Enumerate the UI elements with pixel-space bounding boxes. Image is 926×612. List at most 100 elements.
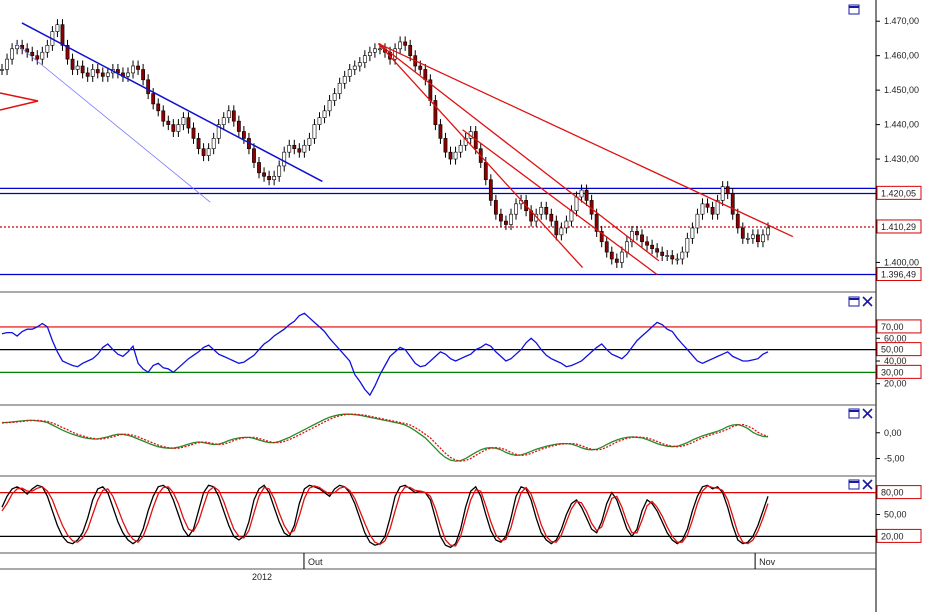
candle-body	[252, 148, 256, 163]
macd-tick-label-0: 0,00	[884, 428, 902, 438]
candle-body	[509, 213, 513, 225]
price-value-label-2: 1.396,49	[881, 270, 916, 280]
candle-body	[448, 151, 453, 160]
macd-series-0	[2, 413, 769, 462]
stochastic-tick-label-0: 50,00	[884, 510, 907, 520]
candle-body	[282, 151, 287, 167]
candle-body	[226, 110, 231, 119]
rsi-panel	[0, 312, 876, 397]
candle-body	[35, 55, 40, 60]
candle-body	[504, 220, 508, 225]
candle-body	[322, 110, 327, 119]
candle-body	[766, 227, 770, 236]
candle-body	[352, 65, 357, 70]
candle-body	[297, 148, 302, 153]
candle-body	[146, 79, 151, 94]
price-window-icon[interactable]	[848, 4, 860, 15]
candle-body	[40, 51, 45, 60]
candle-body	[171, 124, 176, 132]
candle-body	[574, 196, 579, 212]
price-tick-label-4: 1.430,00	[884, 154, 919, 164]
year-label: 2012	[252, 572, 272, 582]
macd-close-icon[interactable]	[862, 408, 873, 419]
price-tick-label-3: 1.440,00	[884, 120, 919, 130]
candle-body	[403, 41, 408, 46]
stochastic-series-0	[1, 484, 769, 549]
candle-body	[161, 110, 166, 122]
candle-body	[307, 138, 312, 146]
rsi-close-icon[interactable]	[862, 296, 873, 307]
stochastic-window-icon[interactable]	[848, 479, 860, 490]
candle-body	[332, 93, 337, 101]
candle-body	[100, 72, 105, 77]
candle-body	[680, 251, 685, 260]
candle-body	[151, 93, 156, 105]
price-value-label-0: 1.420,05	[881, 188, 916, 198]
candle-body	[337, 82, 342, 94]
candle-body	[730, 193, 735, 215]
chart-canvas: 1.470,00 1.460,00 1.450,00 1.440,00 1.430,00…	[0, 0, 922, 612]
candle-body	[105, 72, 110, 77]
candle-body	[554, 220, 559, 236]
candle-body	[186, 117, 191, 129]
candle-body	[292, 144, 297, 150]
candle-body	[458, 144, 463, 153]
candle-body	[231, 110, 236, 122]
candle-body	[191, 127, 196, 139]
candle-body	[367, 51, 372, 56]
candle-body	[257, 162, 261, 174]
price-tick-label-2: 1.450,00	[884, 85, 919, 95]
rsi-window-icon[interactable]	[848, 296, 860, 307]
candle-body	[398, 41, 403, 50]
candle-body	[735, 213, 740, 229]
candle-body	[609, 251, 614, 260]
candle-body	[272, 175, 277, 181]
candle-body	[443, 138, 448, 153]
candle-body	[655, 248, 660, 253]
candle-body	[262, 172, 266, 177]
candle-body	[70, 58, 75, 70]
price-tick-label-0: 1.470,00	[884, 16, 919, 26]
candle-body	[30, 51, 35, 56]
value-axis: 1.470,00 1.460,00 1.450,00 1.440,00 1.430,00…	[876, 16, 922, 543]
candle-body	[85, 72, 90, 77]
candle-body	[136, 65, 140, 70]
candle-body	[60, 24, 65, 46]
candle-body	[317, 117, 322, 125]
candle-body	[488, 179, 493, 201]
candle-body	[650, 244, 654, 249]
candle-body	[705, 203, 710, 208]
candle-body	[131, 65, 135, 74]
candle-body	[90, 69, 95, 77]
candle-body	[539, 207, 544, 215]
candle-body	[725, 186, 730, 194]
time-axis: Out Nov 2012	[252, 553, 776, 582]
candle-body	[756, 234, 760, 243]
candle-body	[378, 48, 382, 51]
candle-body	[166, 120, 171, 125]
macd-window-icon[interactable]	[848, 408, 860, 419]
rsi-tick-label-0: 60,00	[884, 333, 907, 343]
candle-body	[95, 69, 100, 74]
candle-body	[80, 65, 85, 74]
stochastic-close-icon[interactable]	[862, 479, 873, 490]
candle-body	[141, 69, 146, 81]
price-value-label-1: 1.410,29	[881, 222, 916, 232]
candle-body	[176, 124, 181, 132]
candle-body	[347, 69, 352, 77]
stochastic-value-label-1: 20,00	[881, 531, 904, 541]
candle-body	[675, 258, 680, 261]
candle-body	[302, 144, 307, 153]
candle-body	[544, 207, 549, 215]
candle-body	[236, 120, 241, 132]
candle-body	[267, 175, 271, 181]
candle-body	[635, 231, 639, 236]
candle-body	[559, 227, 564, 236]
rsi-series-0	[1, 312, 769, 397]
candle-body	[614, 258, 619, 263]
candle-body	[564, 220, 569, 229]
candle-body	[745, 238, 750, 240]
candle-body	[619, 251, 624, 263]
candle-body	[710, 207, 715, 215]
price-panel-frame	[0, 0, 876, 292]
